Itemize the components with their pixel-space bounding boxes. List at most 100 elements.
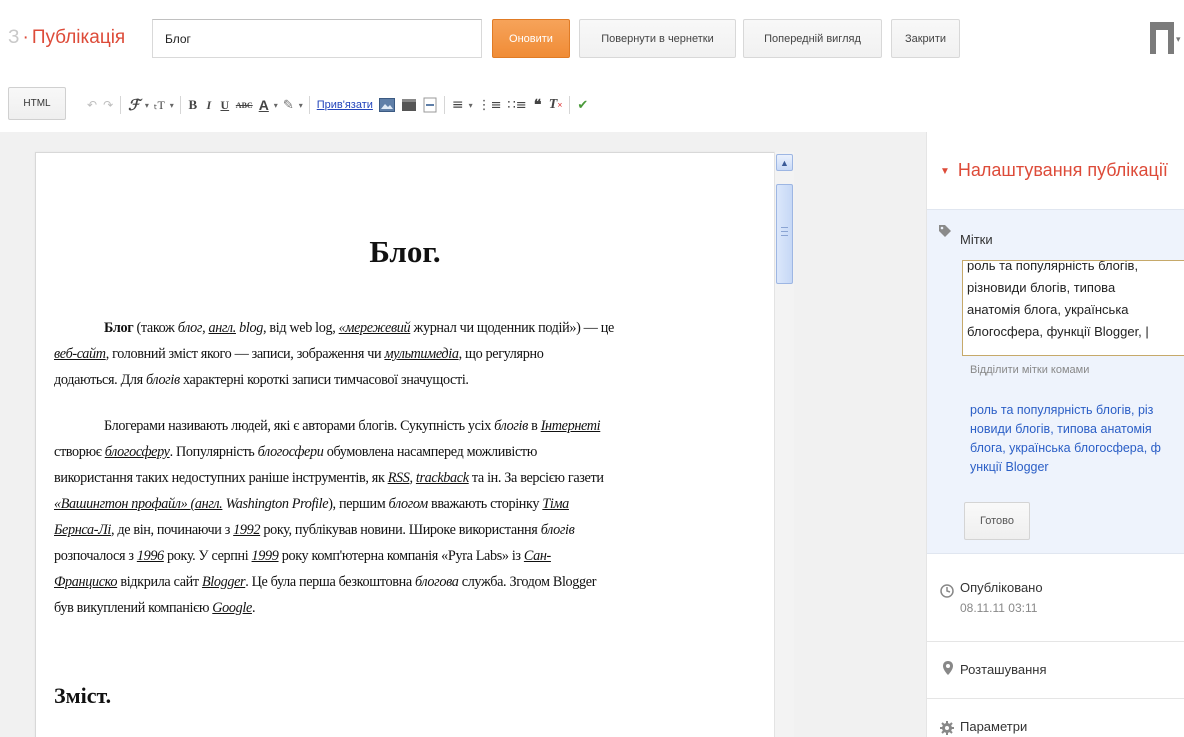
breadcrumb-prefix[interactable]: З xyxy=(8,27,19,48)
bold-icon[interactable]: B xyxy=(185,95,201,115)
labels-suggestions[interactable]: роль та популярність блогів, різ новиди б… xyxy=(970,401,1184,477)
html-mode-button[interactable]: HTML xyxy=(8,87,66,120)
highlight-icon[interactable]: ✎ xyxy=(280,95,297,115)
text-link[interactable]: Інтернеті xyxy=(541,418,601,434)
text-line: Блог (також блог, англ. blog, від web lo… xyxy=(54,315,774,341)
post-settings-title[interactable]: ▼ Налаштування публікації xyxy=(940,160,1168,181)
text-link[interactable]: 1992 xyxy=(233,522,260,538)
chevron-down-icon[interactable]: ▾ xyxy=(143,95,151,115)
text-link[interactable]: веб-сайт xyxy=(54,346,106,362)
chevron-down-icon[interactable]: ▾ xyxy=(1176,34,1181,45)
underline-icon[interactable]: U xyxy=(217,95,233,115)
post-settings-title-label: Налаштування публікації xyxy=(957,160,1168,180)
text-run: року, публікував новини. Широке використ… xyxy=(260,522,541,538)
text-link[interactable]: блогосферу xyxy=(105,444,170,460)
text-link[interactable]: Бернса-Лі xyxy=(54,522,111,538)
chevron-down-icon[interactable]: ▾ xyxy=(467,95,475,115)
link-button[interactable]: Прив'язати xyxy=(314,95,376,115)
location-heading[interactable]: Розташування xyxy=(960,662,1047,677)
font-size-icon[interactable]: ₜT xyxy=(151,95,168,115)
paragraph-intro: Блог (також блог, англ. blog, від web lo… xyxy=(54,315,774,393)
close-button[interactable]: Закрити xyxy=(891,19,960,58)
labels-input[interactable]: роль та популярність блогів, різновиди бл… xyxy=(962,260,1184,356)
revert-to-draft-button[interactable]: Повернути в чернетки xyxy=(579,19,736,58)
scroll-up-icon[interactable]: ▲ xyxy=(776,154,793,171)
labels-heading[interactable]: Мітки xyxy=(960,232,993,247)
text-link[interactable]: мультимедіа xyxy=(384,346,458,362)
text-run: блогів xyxy=(494,418,528,434)
text-link[interactable]: RSS xyxy=(388,470,410,486)
align-icon[interactable]: ≡ xyxy=(449,95,467,115)
text-run: був викуплений компанією xyxy=(54,600,213,616)
text-link[interactable]: trackback xyxy=(416,470,469,486)
quote-icon[interactable]: ❝ xyxy=(530,95,546,115)
text-link[interactable]: Blogger xyxy=(202,574,246,590)
post-title-input[interactable] xyxy=(152,19,482,58)
strikethrough-icon[interactable]: ABC xyxy=(233,95,256,115)
text-run: блогом xyxy=(388,496,429,512)
published-heading[interactable]: Опубліковано xyxy=(960,580,1043,595)
video-icon[interactable] xyxy=(398,95,420,115)
text-link[interactable]: «мережевий xyxy=(339,320,411,336)
font-family-icon[interactable]: ℱ xyxy=(125,95,143,115)
text-link[interactable]: Франциско xyxy=(54,574,118,590)
text-run: використання таких недоступних раніше ін… xyxy=(54,470,388,486)
document-title: Блог. xyxy=(369,234,441,269)
text-line: розпочалося з 1996 року. У серпні 1999 р… xyxy=(54,543,774,569)
text-line: створює блогосферу. Популярність блогосф… xyxy=(54,439,774,465)
done-button[interactable]: Готово xyxy=(964,502,1030,540)
chevron-down-icon[interactable]: ▾ xyxy=(168,95,176,115)
chevron-down-icon[interactable]: ▾ xyxy=(272,95,280,115)
label-suggestion-line[interactable]: новиди блогів, типова анатомія xyxy=(970,420,1184,439)
undo-icon[interactable]: ↶ xyxy=(84,95,100,115)
text-link[interactable]: 1999 xyxy=(252,548,279,564)
published-date: 08.11.11 03:11 xyxy=(960,601,1038,615)
chevron-down-icon: ▼ xyxy=(940,165,950,177)
text-run: створює xyxy=(54,444,105,460)
label-suggestion-line[interactable]: роль та популярність блогів, різ xyxy=(970,401,1184,420)
toolbar-divider xyxy=(179,96,181,114)
spellcheck-icon[interactable]: ✔ xyxy=(574,95,591,115)
redo-icon[interactable]: ↷ xyxy=(100,95,116,115)
text-line: використання таких недоступних раніше ін… xyxy=(54,465,774,491)
text-run: блогів xyxy=(146,372,180,388)
labels-input-line: роль та популярність блогів, xyxy=(967,260,1139,273)
numbered-list-icon[interactable]: ⋮≡ xyxy=(475,95,505,115)
jump-break-icon[interactable] xyxy=(420,95,440,115)
options-heading[interactable]: Параметри xyxy=(960,719,1027,734)
text-link[interactable]: 1996 xyxy=(137,548,164,564)
italic-icon[interactable]: I xyxy=(201,95,217,115)
toolbar-divider xyxy=(443,96,445,114)
update-button[interactable]: Оновити xyxy=(492,19,570,58)
preview-button[interactable]: Попередній вигляд xyxy=(743,19,882,58)
chevron-down-icon[interactable]: ▾ xyxy=(297,95,305,115)
text-color-icon[interactable]: A xyxy=(256,95,272,115)
labels-input-text: роль та популярність блогів, різновиди бл… xyxy=(967,260,1149,343)
text-link[interactable]: англ. xyxy=(208,320,236,336)
text-run: , де він, починаючи з xyxy=(110,522,234,538)
text-link[interactable]: Тіма xyxy=(542,496,569,512)
text-run: року. У серпні xyxy=(163,548,252,564)
text-run: (також xyxy=(133,320,178,336)
text-link[interactable]: Сан- xyxy=(524,548,551,564)
text-line: Франциско відкрила сайт Blogger. Це була… xyxy=(54,569,774,595)
toolbar-divider xyxy=(569,96,571,114)
text-line: Бернса-Лі, де він, починаючи з 1992 року… xyxy=(54,517,774,543)
bullet-list-icon[interactable]: ∷≡ xyxy=(505,95,530,115)
text-run: вважають сторінку xyxy=(427,496,543,512)
text-link[interactable]: Google xyxy=(212,600,252,616)
image-icon[interactable] xyxy=(376,95,398,115)
contents-heading: Зміст. xyxy=(54,683,112,708)
avatar-icon[interactable] xyxy=(1148,20,1176,54)
text-link[interactable]: «Вашингтон профайл» (англ. xyxy=(54,496,223,512)
text-run: розпочалося з xyxy=(54,548,137,564)
remove-format-icon[interactable]: T × xyxy=(546,95,566,115)
toolbar-divider xyxy=(308,96,310,114)
location-pin-icon xyxy=(942,660,954,679)
text-run: додаються. Для xyxy=(54,372,146,388)
label-suggestion-line[interactable]: блога, українська блогосфера, ф xyxy=(970,439,1184,458)
text-run: відкрила сайт xyxy=(117,574,202,590)
label-suggestion-line[interactable]: ункції Blogger xyxy=(970,458,1184,477)
text-run: служба. Згодом Blogger xyxy=(458,574,597,590)
text-run: блогів xyxy=(540,522,575,538)
